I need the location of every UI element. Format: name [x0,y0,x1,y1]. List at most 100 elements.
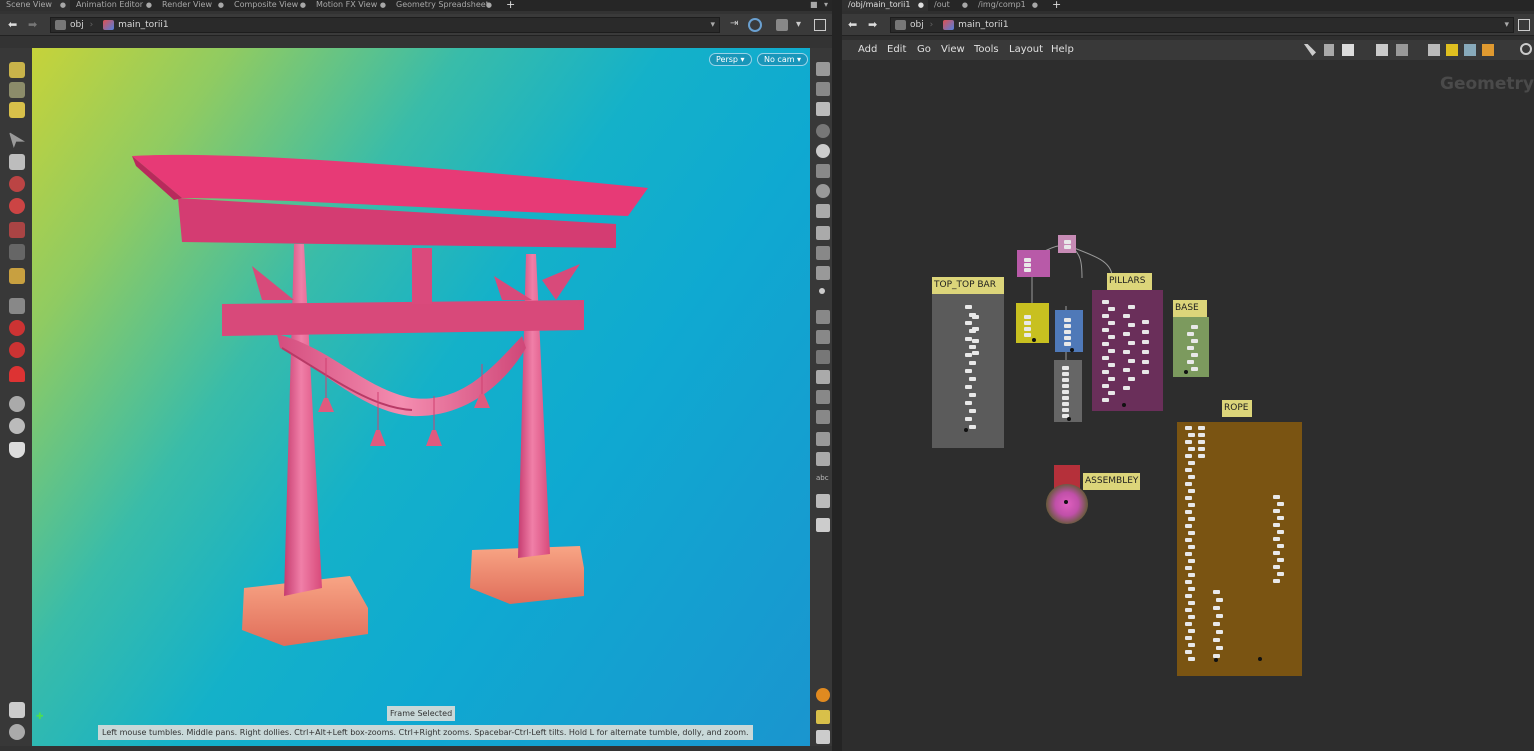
select-mode-icon[interactable] [9,62,25,78]
view-mode-dropdown[interactable]: Persp ▾ [709,53,752,66]
pin-view-icon[interactable] [9,702,25,718]
network-node[interactable] [1101,342,1109,346]
close-icon[interactable]: ● [1032,0,1038,10]
frame-icon[interactable] [816,410,830,424]
network-node[interactable] [1276,530,1284,534]
network-node[interactable] [1064,318,1071,322]
network-node[interactable] [1142,320,1149,324]
network-node[interactable] [1184,580,1192,584]
pin-icon[interactable]: ⇥ [730,18,738,29]
back-arrow-icon[interactable]: ⬅ [8,18,17,31]
network-node[interactable] [964,353,972,357]
network-node[interactable] [1024,327,1031,331]
tab-obj-main-torii[interactable]: /obj/main_torii1 ● [842,0,928,11]
network-node[interactable] [1215,630,1223,634]
network-box-icon[interactable] [1482,44,1494,56]
network-box-pink[interactable] [1017,250,1050,277]
network-node[interactable] [1215,598,1223,602]
network-node[interactable] [1184,650,1192,654]
add-tab-icon[interactable]: + [1046,0,1061,11]
network-node[interactable] [1191,367,1199,371]
network-node[interactable] [1184,594,1192,598]
network-node[interactable] [1212,606,1220,610]
close-icon[interactable]: ● [146,0,152,10]
menu-view[interactable]: View [941,44,965,55]
network-node[interactable] [1123,332,1131,336]
warning-icon[interactable] [816,688,830,702]
network-node[interactable] [1187,615,1195,619]
network-node[interactable] [1064,330,1071,334]
marker-icon[interactable] [816,184,830,198]
network-node[interactable] [1198,426,1205,430]
tab-motion-fx-view[interactable]: Motion FX View ● [310,0,390,11]
network-node[interactable] [964,401,972,405]
network-node[interactable] [1184,468,1192,472]
3d-viewport[interactable]: Persp ▾ No cam ▾ Frame Selected Left mou… [32,48,810,746]
network-box-label-pillars[interactable]: PILLARS [1107,273,1152,290]
network-box-label-assembley[interactable]: ASSEMBLEY [1083,473,1140,490]
tab-render-view[interactable]: Render View ● [156,0,228,11]
network-node[interactable] [972,327,979,331]
network-node[interactable] [1187,587,1195,591]
menu-edit[interactable]: Edit [887,44,906,55]
display-options-icon[interactable] [9,724,25,740]
network-node[interactable] [1062,372,1069,376]
network-node[interactable] [1062,378,1069,382]
network-node[interactable] [1123,368,1131,372]
network-node[interactable] [1107,363,1115,367]
network-node[interactable] [1024,333,1031,337]
network-node[interactable] [968,377,976,381]
close-icon[interactable]: ● [918,0,924,10]
image-icon[interactable] [1464,44,1476,56]
network-node[interactable] [964,369,972,373]
network-node[interactable] [1142,350,1149,354]
network-node[interactable] [1062,396,1069,400]
close-icon[interactable]: ● [218,0,224,10]
network-node[interactable] [1187,433,1195,437]
network-node[interactable] [1062,408,1069,412]
network-node[interactable] [1101,356,1109,360]
close-icon[interactable]: ● [962,0,968,10]
menu-tools[interactable]: Tools [974,44,999,55]
network-box-label-rope[interactable]: ROPE [1222,400,1252,417]
network-node[interactable] [1184,636,1192,640]
add-tab-icon[interactable]: + [500,0,515,11]
tree-view-icon[interactable] [1324,44,1334,56]
menu-layout[interactable]: Layout [1009,44,1043,55]
network-node[interactable] [1064,342,1071,346]
network-node[interactable] [1276,544,1284,548]
menu-add[interactable]: Add [858,44,877,55]
uv-icon[interactable] [816,246,830,260]
network-node[interactable] [972,351,979,355]
network-node[interactable] [1064,245,1071,249]
network-node[interactable] [1101,398,1109,402]
network-node[interactable] [1062,390,1069,394]
lock-icon[interactable] [9,154,25,170]
camera-icon[interactable] [9,396,25,412]
select-arrow-icon[interactable] [9,132,25,148]
number-icon[interactable] [816,350,830,364]
network-node[interactable] [1062,366,1069,370]
search-icon[interactable] [1520,43,1532,55]
transform-icon[interactable] [9,176,25,192]
tab-animation-editor[interactable]: Animation Editor ● [70,0,156,11]
chevron-down-icon[interactable]: ▾ [710,18,715,32]
network-node[interactable] [1101,300,1109,304]
network-node[interactable] [1187,573,1195,577]
network-node[interactable] [964,337,972,341]
maximize-icon[interactable] [1518,19,1530,31]
network-node[interactable] [968,361,976,365]
network-node[interactable] [1184,440,1192,444]
network-node[interactable] [1184,566,1192,570]
network-node[interactable] [1107,335,1115,339]
handle-mode-icon[interactable] [9,82,25,98]
forward-arrow-icon[interactable]: ➡ [868,18,877,31]
network-node[interactable] [972,339,979,343]
network-node[interactable] [1272,565,1280,569]
text-label-icon[interactable]: abc [816,474,830,488]
network-node[interactable] [1276,572,1284,576]
network-node[interactable] [1191,325,1199,329]
network-node[interactable] [1187,517,1195,521]
network-node[interactable] [1276,558,1284,562]
network-node[interactable] [968,425,976,429]
